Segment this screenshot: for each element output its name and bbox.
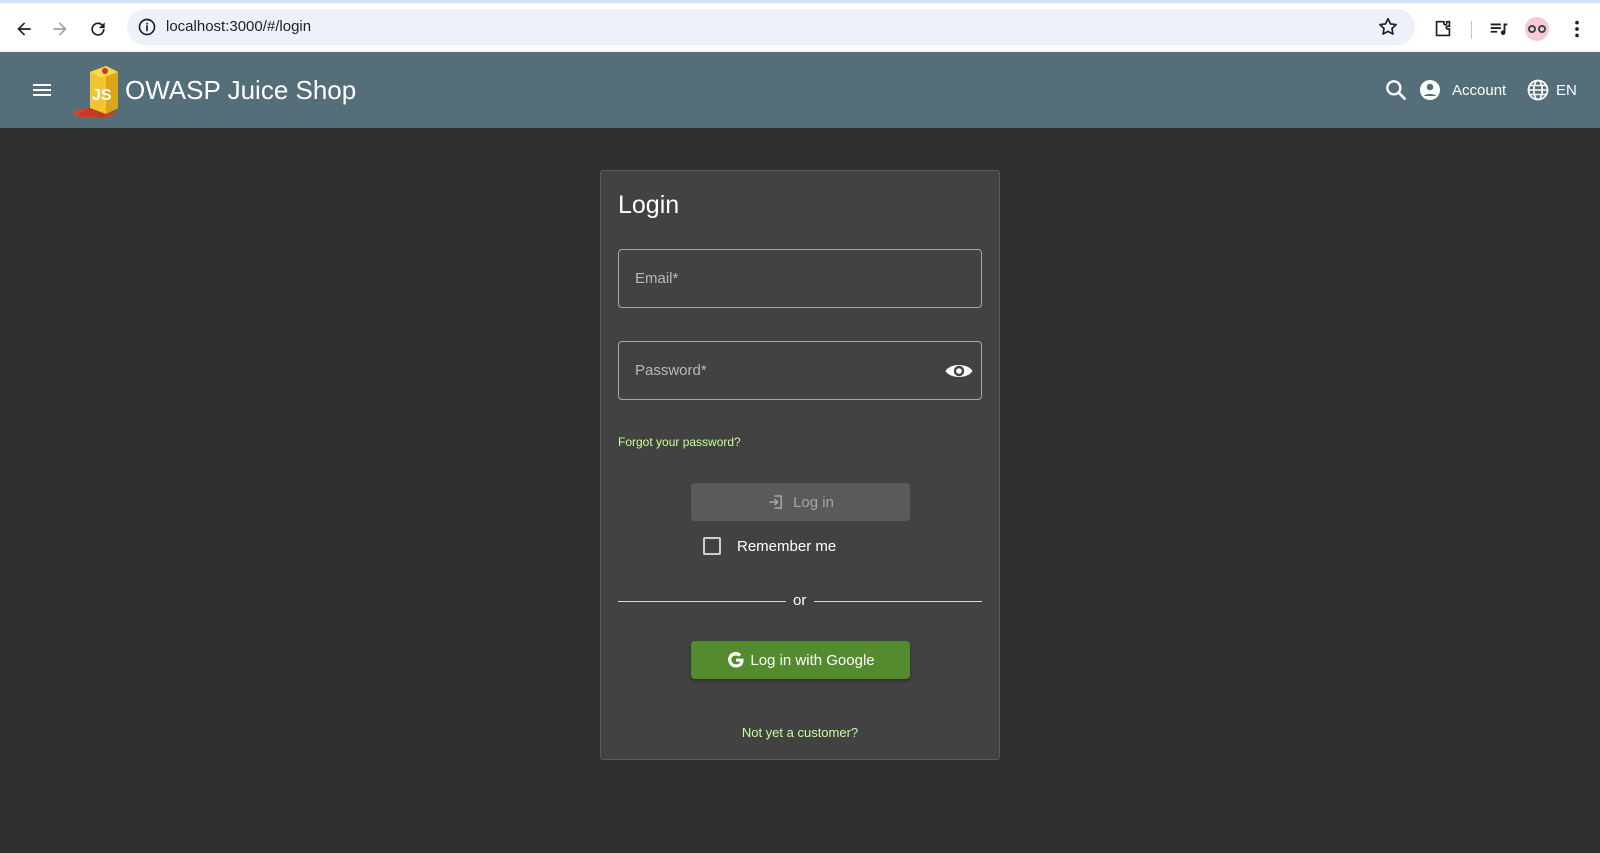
address-bar[interactable]: localhost:3000/#/login <box>127 9 1415 45</box>
or-separator: or <box>793 592 807 609</box>
email-field[interactable]: Email* <box>618 249 982 308</box>
language-button[interactable]: EN <box>1526 77 1577 103</box>
toolbar-separator <box>1471 21 1472 39</box>
language-label: EN <box>1556 81 1577 99</box>
extensions-button[interactable] <box>1425 11 1461 47</box>
back-button[interactable] <box>6 11 42 47</box>
juice-shop-logo[interactable]: JS <box>72 60 124 120</box>
app-title[interactable]: OWASP Juice Shop <box>125 74 356 106</box>
forward-button[interactable] <box>42 11 78 47</box>
sidenav-menu-button[interactable] <box>26 74 58 106</box>
remember-me-checkbox[interactable]: Remember me <box>703 537 836 555</box>
bookmark-star-icon[interactable] <box>1377 16 1399 38</box>
checkbox-box[interactable] <box>703 537 721 555</box>
divider-left <box>618 601 786 602</box>
divider-right <box>814 601 982 602</box>
reload-button[interactable] <box>80 11 116 47</box>
email-input[interactable] <box>619 250 981 307</box>
profile-avatar[interactable] <box>1525 17 1549 41</box>
account-circle-icon <box>1420 80 1440 100</box>
reload-icon <box>91 22 105 36</box>
login-card: Login Email* Password* Forgot your passw… <box>600 170 1000 760</box>
google-login-button[interactable]: Log in with Google <box>691 641 910 679</box>
app-toolbar: JS OWASP Juice Shop <box>0 52 1600 128</box>
puzzle-icon <box>1435 20 1451 37</box>
google-icon <box>728 651 744 668</box>
main-content: Login Email* Password* Forgot your passw… <box>0 128 1600 853</box>
register-link[interactable]: Not yet a customer? <box>601 725 999 740</box>
forgot-password-link[interactable]: Forgot your password? <box>618 435 741 449</box>
login-button[interactable]: Log in <box>691 483 910 521</box>
toggle-password-visibility-button[interactable] <box>943 356 975 386</box>
site-info-icon[interactable] <box>137 17 157 37</box>
browser-toolbar: localhost:3000/#/login <box>0 0 1600 52</box>
account-button[interactable]: Account <box>1418 77 1506 103</box>
browser-menu-button[interactable] <box>1559 11 1595 47</box>
glasses-icon <box>1528 25 1546 33</box>
password-input[interactable] <box>619 342 981 399</box>
login-title: Login <box>618 191 680 219</box>
eye-icon <box>945 365 973 377</box>
login-icon <box>769 495 783 509</box>
login-button-label: Log in <box>793 493 834 511</box>
more-vert-icon <box>1575 20 1579 38</box>
account-label: Account <box>1452 81 1507 99</box>
arrow-left-icon <box>17 22 31 36</box>
search-icon[interactable] <box>1383 77 1409 103</box>
password-field[interactable]: Password* <box>618 341 982 400</box>
globe-icon <box>1527 79 1549 101</box>
url-text[interactable]: localhost:3000/#/login <box>166 18 311 35</box>
remember-me-label[interactable]: Remember me <box>737 538 836 555</box>
hamburger-menu-icon <box>33 84 51 96</box>
logo-text: JS <box>92 87 112 104</box>
media-control-button[interactable] <box>1481 11 1517 47</box>
playlist-icon <box>1490 23 1508 36</box>
arrow-right-icon <box>53 22 67 36</box>
google-login-label: Log in with Google <box>750 651 875 669</box>
